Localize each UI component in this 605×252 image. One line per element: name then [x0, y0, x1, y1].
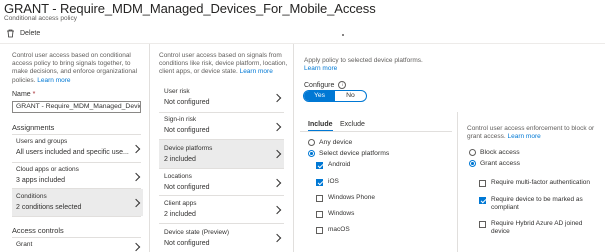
- grant-control-item[interactable]: Grant: [12, 238, 143, 252]
- configure-toggle[interactable]: Yes No: [303, 90, 367, 102]
- checkbox: [316, 210, 323, 218]
- condition-user-risk[interactable]: User risk Not configured: [159, 84, 284, 111]
- column-divider-3: [457, 112, 458, 252]
- configure-label: Configure i: [304, 81, 347, 89]
- delete-label: Delete: [20, 30, 41, 37]
- radio-any-device[interactable]: Any device: [308, 139, 352, 146]
- toggle-yes[interactable]: Yes: [304, 91, 335, 101]
- column-divider-2: [293, 44, 294, 252]
- radio-select-device-platforms[interactable]: Select device platforms: [308, 150, 389, 157]
- control-require-mfa[interactable]: Require multi-factor authentication: [479, 179, 603, 187]
- checkbox: [479, 221, 486, 228]
- radio-button: [308, 139, 315, 146]
- conditions-description: Control user access based on signals fro…: [159, 52, 288, 76]
- checkbox: [479, 180, 486, 187]
- info-icon: i: [338, 81, 347, 89]
- delete-button[interactable]: Delete: [6, 29, 40, 38]
- checkbox: [316, 226, 323, 234]
- row-divider: [12, 216, 141, 217]
- toggle-no[interactable]: No: [335, 91, 366, 101]
- policy-description: Control user access based on conditional…: [12, 52, 138, 84]
- control-require-hybrid-join[interactable]: Require Hybrid Azure AD joined device: [479, 220, 591, 236]
- learn-more-link[interactable]: Learn more: [304, 65, 454, 73]
- name-field[interactable]: GRANT - Require_MDM_Managed_Device...: [12, 101, 141, 113]
- checkbox: [479, 197, 486, 204]
- page-subtitle: Conditional access policy: [4, 15, 77, 22]
- platform-checkbox-macos[interactable]: macOS: [316, 226, 350, 234]
- assignment-cloud-apps[interactable]: Cloud apps or actions 3 apps included: [12, 163, 143, 188]
- radio-block-access[interactable]: Block access: [469, 149, 520, 156]
- grant-description: Control user access enforcement to block…: [467, 125, 595, 141]
- dot-marker: [342, 34, 344, 36]
- learn-more-link[interactable]: Learn more: [507, 133, 540, 140]
- control-require-compliant-device[interactable]: Require device to be marked as compliant: [479, 196, 591, 212]
- column-divider-1: [149, 44, 150, 252]
- toolbar-divider: [0, 43, 605, 44]
- platform-checkbox-windows-phone[interactable]: Windows Phone: [316, 194, 375, 202]
- assignments-heading: Assignments: [12, 123, 55, 132]
- platform-checkbox-android[interactable]: Android: [316, 161, 350, 169]
- checkbox: [316, 194, 323, 202]
- radio-button: [469, 149, 476, 156]
- condition-client-apps[interactable]: Client apps 2 included: [159, 196, 284, 223]
- required-marker: *: [32, 91, 36, 98]
- condition-sign-in-risk[interactable]: Sign-in risk Not configured: [159, 113, 284, 139]
- checkbox: [316, 161, 323, 169]
- platform-checkbox-windows[interactable]: Windows: [316, 210, 354, 218]
- radio-button: [308, 150, 315, 157]
- condition-locations[interactable]: Locations Not configured: [159, 169, 284, 195]
- trash-icon: [6, 29, 15, 38]
- learn-more-link[interactable]: Learn more: [240, 68, 273, 75]
- page-title: GRANT - Require_MDM_Managed_Devices_For_…: [4, 1, 376, 16]
- tabs-divider: [300, 131, 452, 132]
- assignment-conditions[interactable]: Conditions 2 conditions selected: [12, 189, 143, 216]
- tab-exclude[interactable]: Exclude: [340, 121, 365, 128]
- checkbox: [316, 178, 323, 186]
- condition-device-state[interactable]: Device state (Preview) Not configured: [159, 224, 284, 252]
- condition-device-platforms[interactable]: Device platforms 2 included: [159, 140, 284, 168]
- platform-checkbox-ios[interactable]: iOS: [316, 178, 339, 186]
- radio-grant-access[interactable]: Grant access: [469, 160, 520, 167]
- name-label: Name *: [12, 91, 36, 98]
- learn-more-link[interactable]: Learn more: [37, 77, 70, 84]
- access-controls-heading: Access controls: [12, 226, 64, 235]
- assignment-users-and-groups[interactable]: Users and groups All users included and …: [12, 135, 143, 162]
- platforms-description: Apply policy to selected device platform…: [304, 57, 454, 73]
- radio-button: [469, 160, 476, 167]
